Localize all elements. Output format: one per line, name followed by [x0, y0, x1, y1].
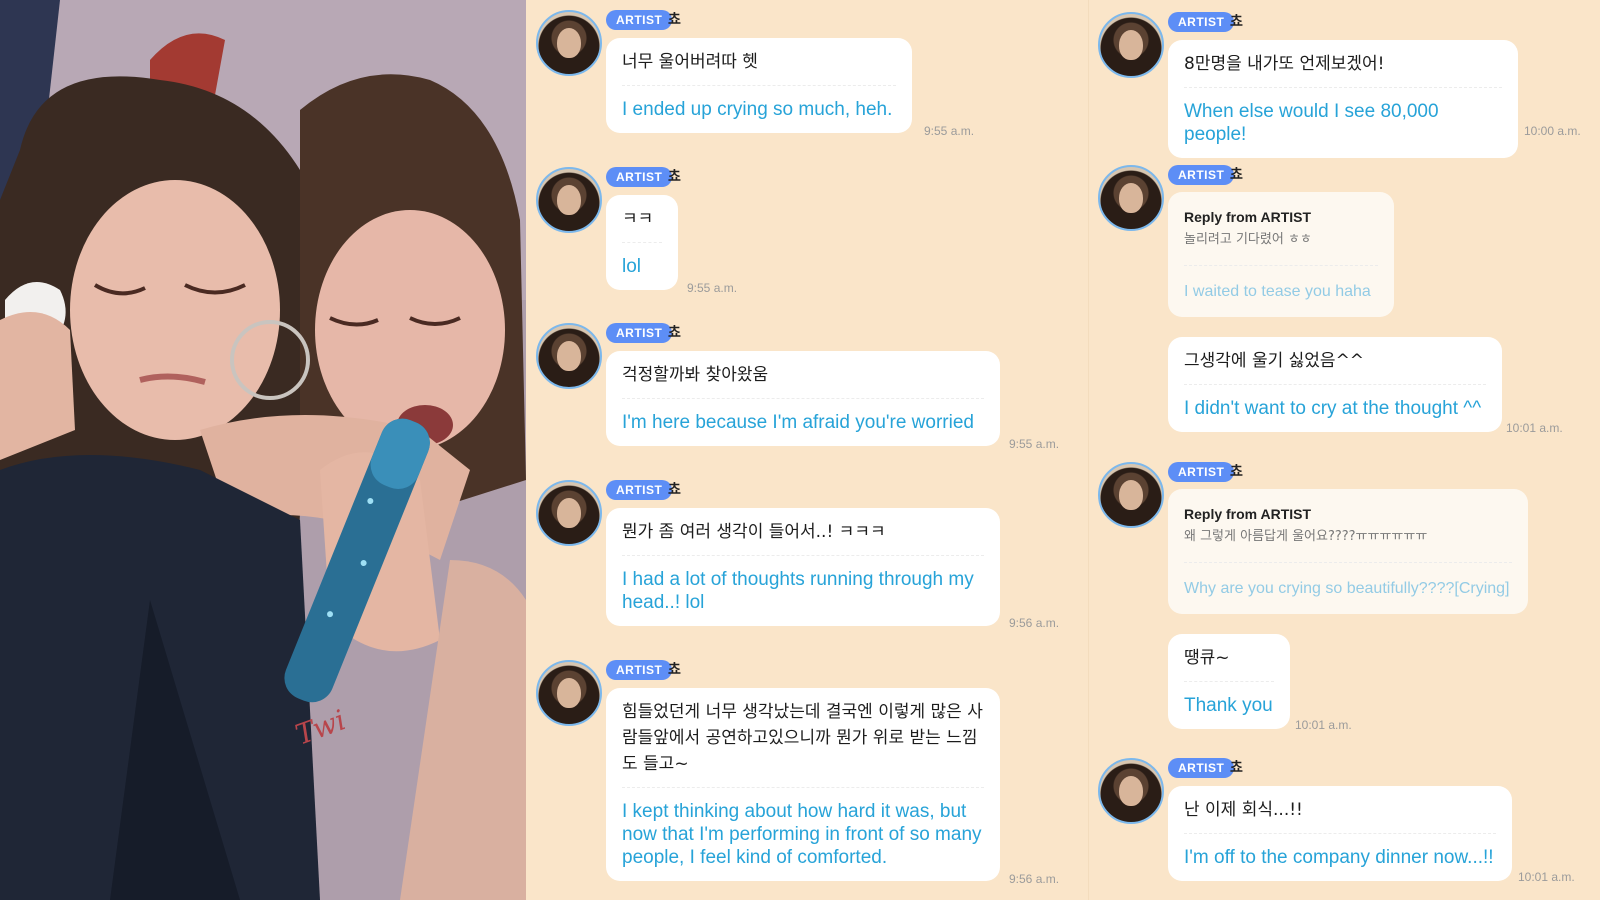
- reply-label: Reply from ARTIST: [1184, 209, 1312, 225]
- chat-message: ARTIST 쵸 난 이제 회식...!! I'm off to the com…: [1088, 748, 1600, 900]
- reply-bubble[interactable]: Reply from ARTIST 왜 그렇게 아름답게 울어요????ㅠㅠㅠㅠ…: [1168, 489, 1528, 614]
- message-korean: 걱정할까봐 찾아왔움: [622, 351, 984, 399]
- artist-badge: ARTIST: [1168, 12, 1235, 32]
- artist-name: 쵸: [1230, 167, 1243, 183]
- chat-message: ARTIST 쵸 뭔가 좀 여러 생각이 들어서..! ㅋㅋㅋ I had a …: [526, 470, 1088, 640]
- reply-original-text: 놀리려고 기다렸어 ㅎㅎ: [1184, 225, 1378, 266]
- message-translation: I kept thinking about how hard it was, b…: [622, 801, 982, 868]
- message-korean: 8만명을 내가또 언제보겠어!: [1184, 40, 1502, 88]
- message-korean: 너무 울어버려따 헷: [622, 38, 896, 86]
- avatar[interactable]: [1098, 758, 1164, 824]
- chat-message: ARTIST 쵸 너무 울어버려따 헷 I ended up crying so…: [526, 0, 1088, 150]
- avatar[interactable]: [536, 660, 602, 726]
- chat-message-reply: ARTIST 쵸 Reply from ARTIST 왜 그렇게 아름답게 울어…: [1088, 452, 1600, 632]
- reply-label: Reply from ARTIST: [1184, 506, 1312, 522]
- chat-message: 그생각에 울기 싫었음^^ I didn't want to cry at th…: [1088, 337, 1600, 437]
- chat-message: ARTIST 쵸 걱정할까봐 찾아왔움 I'm here because I'm…: [526, 313, 1088, 463]
- message-bubble[interactable]: 뭔가 좀 여러 생각이 들어서..! ㅋㅋㅋ I had a lot of th…: [606, 508, 1000, 626]
- message-translation: lol: [622, 256, 642, 277]
- reply-translation: I waited to tease you haha: [1184, 283, 1371, 300]
- message-translation: When else would I see 80,000 people!: [1184, 101, 1439, 145]
- message-bubble[interactable]: 걱정할까봐 찾아왔움 I'm here because I'm afraid y…: [606, 351, 1000, 446]
- artist-badge: ARTIST: [606, 323, 673, 343]
- message-time: 9:55 a.m.: [687, 281, 738, 295]
- artist-name: 쵸: [668, 169, 681, 185]
- artist-name: 쵸: [1230, 464, 1243, 480]
- message-korean: 땡큐~: [1184, 634, 1274, 682]
- message-time: 9:55 a.m.: [1009, 437, 1060, 451]
- concert-photo: Twi: [0, 0, 526, 900]
- avatar[interactable]: [536, 480, 602, 546]
- message-time: 9:56 a.m.: [1009, 616, 1060, 630]
- message-bubble[interactable]: 힘들었던게 너무 생각났는데 결국엔 이렇게 많은 사람들앞에서 공연하고있으니…: [606, 688, 1000, 881]
- chat-message: ARTIST 쵸 힘들었던게 너무 생각났는데 결국엔 이렇게 많은 사람들앞에…: [526, 650, 1088, 900]
- artist-badge: ARTIST: [606, 480, 673, 500]
- message-translation: I ended up crying so much, heh.: [622, 99, 893, 120]
- reply-original-text: 왜 그렇게 아름답게 울어요????ㅠㅠㅠㅠㅠㅠ: [1184, 522, 1512, 563]
- message-bubble[interactable]: 땡큐~ Thank you: [1168, 634, 1290, 729]
- avatar[interactable]: [536, 10, 602, 76]
- avatar[interactable]: [1098, 12, 1164, 78]
- artist-badge: ARTIST: [1168, 165, 1235, 185]
- chat-message: ARTIST 쵸 8만명을 내가또 언제보겠어! When else would…: [1088, 2, 1600, 158]
- artist-name: 쵸: [1230, 14, 1243, 30]
- artist-name: 쵸: [668, 482, 681, 498]
- message-bubble[interactable]: 8만명을 내가또 언제보겠어! When else would I see 80…: [1168, 40, 1518, 158]
- artist-badge: ARTIST: [606, 167, 673, 187]
- message-time: 9:56 a.m.: [1009, 872, 1060, 886]
- message-korean: 그생각에 울기 싫었음^^: [1184, 337, 1486, 385]
- message-translation: I'm off to the company dinner now...!!: [1184, 847, 1494, 868]
- chat-column-right: ARTIST 쵸 8만명을 내가또 언제보겠어! When else would…: [1088, 0, 1600, 900]
- message-translation: Thank you: [1184, 695, 1273, 716]
- artist-badge: ARTIST: [1168, 462, 1235, 482]
- chat-column-left: ARTIST 쵸 너무 울어버려따 헷 I ended up crying so…: [526, 0, 1088, 900]
- message-korean: 난 이제 회식...!!: [1184, 786, 1496, 834]
- message-bubble[interactable]: 그생각에 울기 싫었음^^ I didn't want to cry at th…: [1168, 337, 1502, 432]
- reply-bubble[interactable]: Reply from ARTIST 놀리려고 기다렸어 ㅎㅎ I waited …: [1168, 192, 1394, 317]
- message-time: 10:01 a.m.: [1506, 421, 1563, 435]
- message-time: 10:00 a.m.: [1524, 124, 1581, 138]
- message-translation: I'm here because I'm afraid you're worri…: [622, 412, 974, 433]
- artist-name: 쵸: [1230, 760, 1243, 776]
- message-korean: ㅋㅋ: [622, 195, 662, 243]
- artist-name: 쵸: [668, 662, 681, 678]
- message-korean: 뭔가 좀 여러 생각이 들어서..! ㅋㅋㅋ: [622, 508, 984, 556]
- avatar[interactable]: [1098, 165, 1164, 231]
- message-bubble[interactable]: 너무 울어버려따 헷 I ended up crying so much, he…: [606, 38, 912, 133]
- artist-badge: ARTIST: [1168, 758, 1235, 778]
- message-time: 9:55 a.m.: [924, 124, 975, 138]
- message-bubble[interactable]: ㅋㅋ lol: [606, 195, 678, 290]
- artist-name: 쵸: [668, 12, 681, 28]
- reply-translation: Why are you crying so beautifully????[Cr…: [1184, 580, 1510, 597]
- chat-message: 땡큐~ Thank you 10:01 a.m.: [1088, 634, 1600, 734]
- message-translation: I didn't want to cry at the thought ^^: [1184, 398, 1482, 419]
- avatar[interactable]: [1098, 462, 1164, 528]
- artist-badge: ARTIST: [606, 660, 673, 680]
- avatar[interactable]: [536, 323, 602, 389]
- artist-badge: ARTIST: [606, 10, 673, 30]
- chat-message-reply: ARTIST 쵸 Reply from ARTIST 놀리려고 기다렸어 ㅎㅎ …: [1088, 155, 1600, 335]
- artist-name: 쵸: [668, 325, 681, 341]
- message-korean: 힘들었던게 너무 생각났는데 결국엔 이렇게 많은 사람들앞에서 공연하고있으니…: [622, 688, 984, 788]
- message-translation: I had a lot of thoughts running through …: [622, 569, 974, 613]
- message-bubble[interactable]: 난 이제 회식...!! I'm off to the company dinn…: [1168, 786, 1512, 881]
- message-time: 10:01 a.m.: [1295, 718, 1352, 732]
- chat-message: ARTIST 쵸 ㅋㅋ lol 9:55 a.m.: [526, 157, 1088, 307]
- avatar[interactable]: [536, 167, 602, 233]
- message-time: 10:01 a.m.: [1518, 870, 1575, 884]
